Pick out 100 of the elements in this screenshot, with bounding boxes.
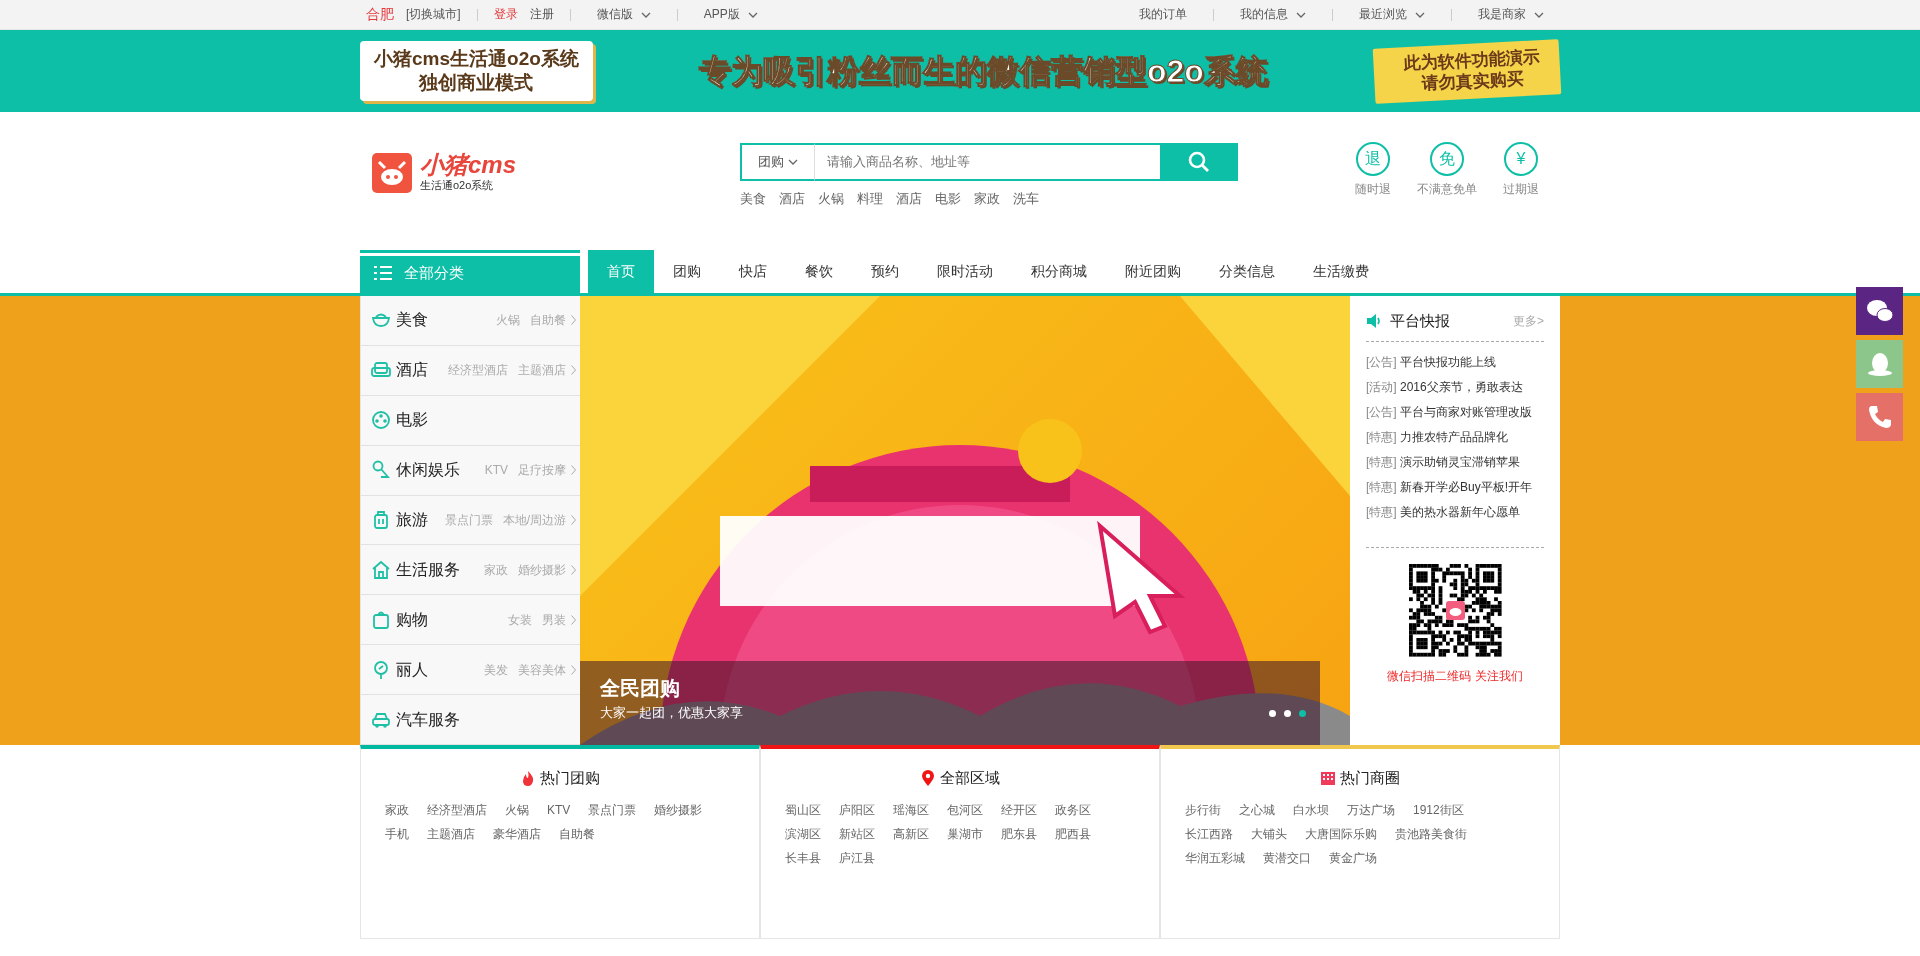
top-menu-link[interactable]: 我的信息 xyxy=(1224,0,1322,29)
panel-link[interactable]: 自助餐 xyxy=(559,821,595,846)
ad-slogan: 专为吸引粉丝而生的微信营销型o2o系统 xyxy=(697,52,1269,91)
caret-icon xyxy=(1534,11,1544,18)
caret-icon xyxy=(1296,11,1306,18)
panel-link[interactable]: 肥东县 xyxy=(1001,821,1037,846)
menu-icon xyxy=(374,266,392,280)
panel-link[interactable]: 火锅 xyxy=(505,797,529,822)
side-contact-button[interactable] xyxy=(1856,287,1903,335)
slide-indicator-dot[interactable] xyxy=(1269,710,1276,717)
panel-link[interactable]: 庐江县 xyxy=(839,845,875,870)
mirror-icon xyxy=(371,659,391,680)
nav-tab[interactable]: 快店 xyxy=(720,250,786,293)
hot-keyword-link[interactable]: 电影 xyxy=(935,189,961,209)
news-item-link[interactable]: [活动] 2016父亲节，勇敢表达 xyxy=(1366,374,1544,400)
login-link[interactable]: 登录 xyxy=(487,0,524,29)
panel-link[interactable]: 巢湖市 xyxy=(947,821,983,846)
panel-link[interactable]: 步行街 xyxy=(1185,797,1221,822)
news-item-link[interactable]: [公告] 平台快报功能上线 xyxy=(1366,349,1544,375)
slide-indicator-dot[interactable] xyxy=(1299,710,1306,717)
bag-icon xyxy=(371,609,391,630)
hot-keyword-link[interactable]: 洗车 xyxy=(1013,189,1039,209)
news-item-link[interactable]: [公告] 平台与商家对账管理改版 xyxy=(1366,399,1544,425)
switch-city-link[interactable]: [切换城市] xyxy=(400,0,467,29)
news-item-link[interactable]: [特惠] 美的热水器新年心愿单 xyxy=(1366,499,1544,525)
panel-link[interactable]: KTV xyxy=(547,797,571,822)
top-menu-link[interactable]: 我是商家 xyxy=(1462,0,1560,29)
house-icon xyxy=(371,559,391,580)
news-item-link[interactable]: [特惠] 演示助销灵宝滞销苹果 xyxy=(1366,449,1544,475)
hot-keyword-link[interactable]: 料理 xyxy=(857,189,883,209)
qr-caption: 微信扫描二维码 关注我们 xyxy=(1386,667,1524,685)
panel-link[interactable]: 万达广场 xyxy=(1347,797,1395,822)
panel-link[interactable]: 长江西路 xyxy=(1185,821,1233,846)
nav-tab[interactable]: 限时活动 xyxy=(918,250,1012,293)
category-name: 旅游 xyxy=(396,510,428,530)
panel-link[interactable]: 家政 xyxy=(385,797,409,822)
chevron-right-icon xyxy=(571,515,576,525)
nav-tab[interactable]: 附近团购 xyxy=(1106,250,1200,293)
panel-link[interactable]: 主题酒店 xyxy=(427,821,475,846)
panel-link[interactable]: 华润五彩城 xyxy=(1185,845,1245,870)
panel-title: 热门团购 xyxy=(540,768,600,788)
top-menu-link[interactable]: 微信版 xyxy=(580,0,667,29)
panel-link[interactable]: 黄潜交口 xyxy=(1263,845,1311,870)
panel-link[interactable]: 景点门票 xyxy=(588,797,637,822)
panel-link[interactable]: 之心城 xyxy=(1239,797,1275,822)
panel-link[interactable]: 经济型酒店 xyxy=(427,797,487,822)
panel-link[interactable]: 滨湖区 xyxy=(785,821,821,846)
panel-link[interactable]: 大唐国际乐购 xyxy=(1305,821,1377,846)
guarantee-badge: 退 xyxy=(1356,142,1390,176)
hot-keyword-link[interactable]: 美食 xyxy=(740,189,766,209)
category-name: 汽车服务 xyxy=(396,709,460,730)
chevron-right-icon xyxy=(571,664,576,675)
guarantee-badge: 免 xyxy=(1430,142,1464,176)
top-menu-link[interactable]: 最近浏览 xyxy=(1343,0,1441,29)
panel-link[interactable]: 高新区 xyxy=(893,821,929,846)
news-item-link[interactable]: [特惠] 新春开学必Buy平板!开年 xyxy=(1366,474,1544,500)
panel-link[interactable]: 政务区 xyxy=(1055,797,1091,822)
nav-tab[interactable]: 团购 xyxy=(654,250,720,293)
panel-link[interactable]: 白水坝 xyxy=(1293,797,1329,822)
nav-tab[interactable]: 餐饮 xyxy=(786,250,852,293)
slide-indicator-dot[interactable] xyxy=(1284,710,1291,717)
nav-tab[interactable]: 预约 xyxy=(852,250,918,293)
panel-link[interactable]: 长丰县 xyxy=(785,845,821,870)
panel-link[interactable]: 经开区 xyxy=(1001,797,1037,822)
search-field[interactable]: 请输入商品名称、地址等 xyxy=(815,143,1160,181)
hot-keyword-link[interactable]: 火锅 xyxy=(818,189,844,209)
top-menu-link[interactable]: APP版 xyxy=(687,0,774,29)
ad-badge: 小猪cms生活通o2o系统 独创商业模式 xyxy=(360,41,593,101)
chevron-right-icon xyxy=(571,315,576,326)
nav-tab[interactable]: 分类信息 xyxy=(1200,250,1294,293)
hot-keyword-link[interactable]: 酒店 xyxy=(896,189,922,209)
hot-keyword-link[interactable]: 家政 xyxy=(974,189,1000,209)
panel-link[interactable]: 瑶海区 xyxy=(893,797,929,822)
panel-link[interactable]: 豪华酒店 xyxy=(493,821,541,846)
slide-title: 全民团购 xyxy=(600,676,681,701)
panel-link[interactable]: 手机 xyxy=(385,821,409,846)
film-reel-icon xyxy=(371,410,391,431)
panel-link[interactable]: 大铺头 xyxy=(1251,821,1287,846)
panel-link[interactable]: 肥西县 xyxy=(1055,821,1091,846)
news-item-link[interactable]: [特惠] 力推农特产品品牌化 xyxy=(1366,424,1544,450)
guarantee-label: 过期退 xyxy=(1503,181,1539,198)
register-link[interactable]: 注册 xyxy=(523,0,560,29)
city-link[interactable]: 合肥 xyxy=(360,0,400,29)
top-menu-link[interactable]: 我的订单 xyxy=(1123,0,1203,29)
panel-link[interactable]: 蜀山区 xyxy=(785,797,821,822)
panel-link[interactable]: 黄金广场 xyxy=(1329,845,1377,870)
panel-link[interactable]: 庐阳区 xyxy=(839,797,875,822)
chevron-right-icon xyxy=(571,564,576,575)
nav-tab[interactable]: 积分商城 xyxy=(1012,250,1106,293)
guarantee-label: 随时退 xyxy=(1355,181,1391,198)
category-name: 购物 xyxy=(396,609,428,630)
panel-link[interactable]: 包河区 xyxy=(947,797,983,822)
hot-keyword-link[interactable]: 酒店 xyxy=(779,189,805,209)
search-button[interactable] xyxy=(1160,143,1238,181)
panel-link[interactable]: 新站区 xyxy=(839,821,875,846)
panel-link[interactable]: 贵池路美食街 xyxy=(1395,821,1467,846)
location-pin-icon xyxy=(920,770,936,787)
nav-tab[interactable]: 生活缴费 xyxy=(1294,250,1388,293)
panel-link[interactable]: 1912街区 xyxy=(1413,797,1464,822)
panel-link[interactable]: 婚纱摄影 xyxy=(654,797,703,822)
